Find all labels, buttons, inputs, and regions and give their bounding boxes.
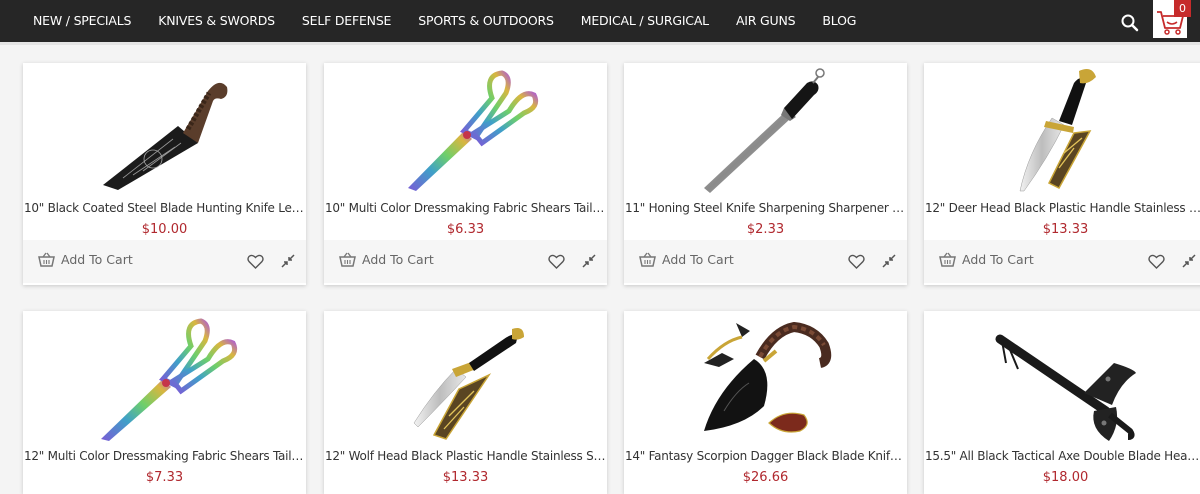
heart-icon[interactable] [848, 254, 865, 269]
add-to-cart-button[interactable]: Add To Cart [639, 252, 734, 267]
compare-icon[interactable] [1182, 254, 1196, 268]
product-image[interactable] [324, 63, 607, 198]
product-name[interactable]: 14" Fantasy Scorpion Dagger Black Blade … [625, 449, 906, 467]
product-name[interactable]: 15.5" All Black Tactical Axe Double Blad… [925, 449, 1200, 467]
product-price: $13.33 [442, 470, 489, 485]
product-price: $6.33 [446, 222, 485, 237]
search-icon[interactable] [1119, 12, 1141, 34]
product-price: $2.33 [746, 222, 785, 237]
product-card[interactable]: 14" Fantasy Scorpion Dagger Black Blade … [624, 311, 907, 494]
product-price: $10.00 [141, 222, 188, 237]
basket-icon [939, 252, 956, 267]
product-card[interactable]: 10" Black Coated Steel Blade Hunting Kni… [23, 63, 306, 285]
heart-icon[interactable] [1148, 254, 1165, 269]
product-card[interactable]: 11" Honing Steel Knife Sharpening Sharpe… [624, 63, 907, 285]
heart-icon[interactable] [548, 254, 565, 269]
product-actions: Add To Cart [324, 240, 607, 283]
compare-icon[interactable] [882, 254, 896, 268]
add-to-cart-button[interactable]: Add To Cart [38, 252, 133, 267]
product-price: $18.00 [1042, 470, 1089, 485]
add-to-cart-button[interactable]: Add To Cart [939, 252, 1034, 267]
product-image[interactable] [924, 63, 1200, 198]
basket-icon [339, 252, 356, 267]
product-image[interactable] [924, 311, 1200, 446]
product-price: $13.33 [1042, 222, 1089, 237]
basket-icon [639, 252, 656, 267]
add-to-cart-label: Add To Cart [662, 252, 734, 267]
compare-icon[interactable] [582, 254, 596, 268]
add-to-cart-label: Add To Cart [962, 252, 1034, 267]
add-to-cart-button[interactable]: Add To Cart [339, 252, 434, 267]
product-name[interactable]: 10" Black Coated Steel Blade Hunting Kni… [24, 201, 305, 219]
main-menu: NEW / SPECIALS KNIVES & SWORDS SELF DEFE… [20, 0, 883, 42]
product-name[interactable]: 12" Wolf Head Black Plastic Handle Stain… [325, 449, 606, 467]
nav-sports-outdoors[interactable]: SPORTS & OUTDOORS [418, 0, 554, 42]
basket-icon [38, 252, 55, 267]
product-name[interactable]: 11" Honing Steel Knife Sharpening Sharpe… [625, 201, 906, 219]
cart-count-badge: 0 [1174, 0, 1191, 17]
nav-self-defense[interactable]: SELF DEFENSE [302, 0, 392, 42]
product-image[interactable] [624, 311, 907, 446]
product-image[interactable] [324, 311, 607, 446]
top-navigation-bar: NEW / SPECIALS KNIVES & SWORDS SELF DEFE… [0, 0, 1200, 45]
product-price: $7.33 [145, 470, 184, 485]
nav-knives-swords[interactable]: KNIVES & SWORDS [158, 0, 275, 42]
product-image[interactable] [23, 311, 306, 446]
nav-air-guns[interactable]: AIR GUNS [736, 0, 796, 42]
product-card[interactable]: 12" Wolf Head Black Plastic Handle Stain… [324, 311, 607, 494]
product-actions: Add To Cart [23, 240, 306, 283]
product-name[interactable]: 12" Multi Color Dressmaking Fabric Shear… [24, 449, 305, 467]
add-to-cart-label: Add To Cart [362, 252, 434, 267]
product-name[interactable]: 10" Multi Color Dressmaking Fabric Shear… [325, 201, 606, 219]
nav-new-specials[interactable]: NEW / SPECIALS [33, 0, 131, 42]
product-actions: Add To Cart [624, 240, 907, 283]
product-image[interactable] [23, 63, 306, 198]
product-image[interactable] [624, 63, 907, 198]
product-actions: Add To Cart [924, 240, 1200, 283]
product-card[interactable]: 15.5" All Black Tactical Axe Double Blad… [924, 311, 1200, 494]
product-card[interactable]: 10" Multi Color Dressmaking Fabric Shear… [324, 63, 607, 285]
nav-medical-surgical[interactable]: MEDICAL / SURGICAL [581, 0, 709, 42]
add-to-cart-label: Add To Cart [61, 252, 133, 267]
product-card[interactable]: 12" Multi Color Dressmaking Fabric Shear… [23, 311, 306, 494]
product-card[interactable]: 12" Deer Head Black Plastic Handle Stain… [924, 63, 1200, 285]
product-name[interactable]: 12" Deer Head Black Plastic Handle Stain… [925, 201, 1200, 219]
compare-icon[interactable] [281, 254, 295, 268]
product-price: $26.66 [742, 470, 789, 485]
heart-icon[interactable] [247, 254, 264, 269]
nav-blog[interactable]: BLOG [822, 0, 856, 42]
